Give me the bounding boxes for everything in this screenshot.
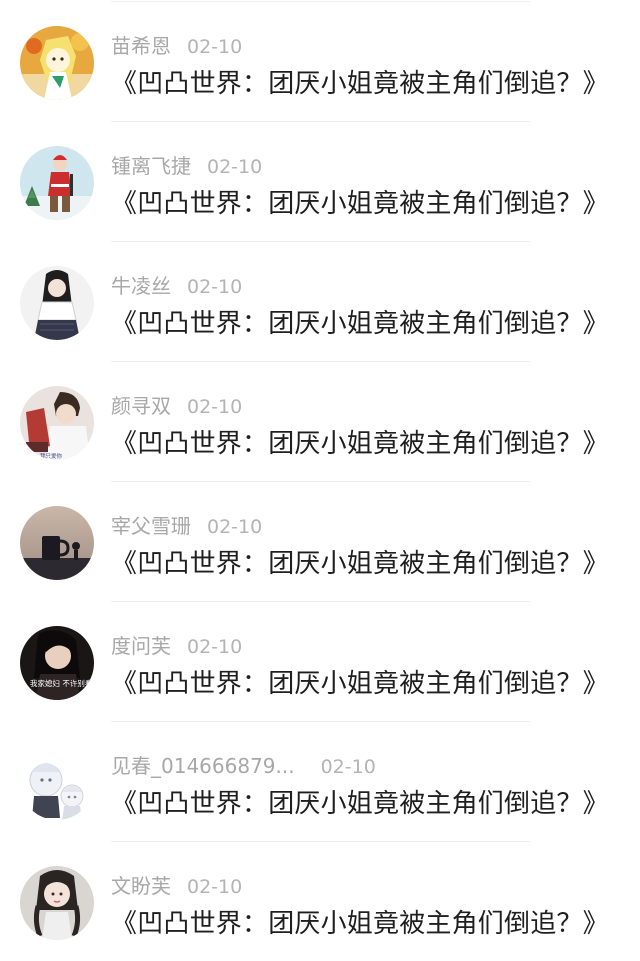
username[interactable]: 苗希恩 [111,32,171,60]
avatar-woman-caption-icon[interactable]: 我家媳妇 不许别看 [20,626,94,700]
avatar-caption: 我只爱你 [40,452,63,460]
username[interactable]: 牛凌丝 [111,272,171,300]
comment-meta: 牛凌丝 02-10 [111,272,242,300]
comment-item[interactable]: 锺离飞捷 02-10 《凹凸世界：团厌小姐竟被主角们倒追？》 [0,122,640,242]
comment-meta: 锺离飞捷 02-10 [111,152,262,180]
comment-date: 02-10 [187,636,243,658]
comment-date: 02-10 [320,756,376,778]
comment-date: 02-10 [207,156,263,178]
comment-text[interactable]: 《凹凸世界：团厌小姐竟被主角们倒追？》 [111,184,609,224]
comment-item[interactable]: 我只爱你 颜寻双 02-10 《凹凸世界：团厌小姐竟被主角们倒追？》 [0,362,640,482]
username[interactable]: 度问芙 [111,632,171,660]
comment-item[interactable]: 苗希恩 02-10 《凹凸世界：团厌小姐竟被主角们倒追？》 [0,2,640,122]
avatar-boy-portrait-icon[interactable]: 我只爱你 [20,386,94,460]
comment-meta: 颜寻双 02-10 [111,392,242,420]
avatar-caption: 我家媳妇 不许别看 [30,678,93,688]
comment-text[interactable]: 《凹凸世界：团厌小姐竟被主角们倒追？》 [111,904,609,944]
username[interactable]: 宰父雪珊 [111,512,191,540]
comment-item[interactable]: 牛凌丝 02-10 《凹凸世界：团厌小姐竟被主角们倒追？》 [0,242,640,362]
comment-date: 02-10 [187,876,243,898]
comment-date: 02-10 [207,516,263,538]
comment-date: 02-10 [187,36,243,58]
comment-text[interactable]: 《凹凸世界：团厌小姐竟被主角们倒追？》 [111,784,609,824]
avatar-mug-scene-icon[interactable] [20,506,94,580]
avatar-anime-yellow-icon[interactable] [20,26,94,100]
comment-item[interactable]: 见春_014666879... 02-10 《凹凸世界：团厌小姐竟被主角们倒追？》 [0,722,640,842]
comment-text[interactable]: 《凹凸世界：团厌小姐竟被主角们倒追？》 [111,664,609,704]
comment-text[interactable]: 《凹凸世界：团厌小姐竟被主角们倒追？》 [111,544,609,584]
comment-item[interactable]: 我家媳妇 不许别看 度问芙 02-10 《凹凸世界：团厌小姐竟被主角们倒追？》 [0,602,640,722]
avatar-girl-portrait-icon[interactable] [20,266,94,340]
comment-item[interactable]: 宰父雪珊 02-10 《凹凸世界：团厌小姐竟被主角们倒追？》 [0,482,640,602]
avatar-game-character-icon[interactable] [20,146,94,220]
avatar-girl-braids-icon[interactable] [20,866,94,940]
username[interactable]: 文盼芙 [111,872,171,900]
comment-item[interactable]: 文盼芙 02-10 《凹凸世界：团厌小姐竟被主角们倒追？》 [0,842,640,961]
comment-text[interactable]: 《凹凸世界：团厌小姐竟被主角们倒追？》 [111,64,609,104]
username[interactable]: 锺离飞捷 [111,152,191,180]
username[interactable]: 颜寻双 [111,392,171,420]
comment-meta: 见春_014666879... 02-10 [111,752,376,780]
comment-date: 02-10 [187,276,243,298]
comment-text[interactable]: 《凹凸世界：团厌小姐竟被主角们倒追？》 [111,304,609,344]
avatar-cartoon-kids-icon[interactable] [20,746,94,820]
comment-meta: 苗希恩 02-10 [111,32,242,60]
comment-meta: 度问芙 02-10 [111,632,242,660]
comment-text[interactable]: 《凹凸世界：团厌小姐竟被主角们倒追？》 [111,424,609,464]
comment-meta: 文盼芙 02-10 [111,872,242,900]
username[interactable]: 见春_014666879... [111,752,295,780]
comment-date: 02-10 [187,396,243,418]
comment-feed: 苗希恩 02-10 《凹凸世界：团厌小姐竟被主角们倒追？》 锺离飞捷 02-10 [0,0,640,961]
comment-meta: 宰父雪珊 02-10 [111,512,262,540]
